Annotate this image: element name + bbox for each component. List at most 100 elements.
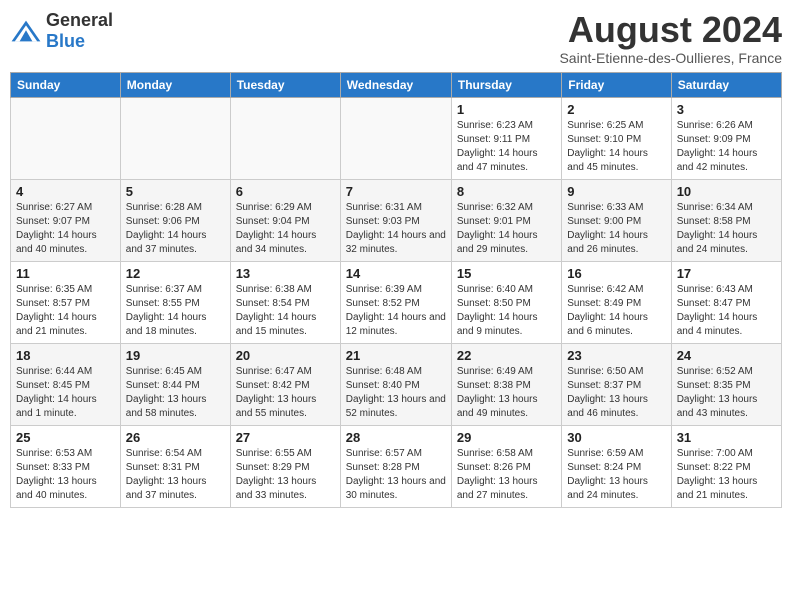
day-info: Sunrise: 6:26 AM Sunset: 9:09 PM Dayligh… (677, 119, 776, 175)
calendar-cell: 29 Sunrise: 6:58 AM Sunset: 8:26 PM Dayli… (451, 425, 561, 507)
day-info: Sunrise: 6:23 AM Sunset: 9:11 PM Dayligh… (457, 119, 556, 175)
header-row: SundayMondayTuesdayWednesdayThursdayFrid… (11, 72, 782, 97)
day-info: Sunrise: 6:58 AM Sunset: 8:26 PM Dayligh… (457, 447, 556, 503)
day-header-thursday: Thursday (451, 72, 561, 97)
day-header-friday: Friday (562, 72, 671, 97)
day-info: Sunrise: 6:47 AM Sunset: 8:42 PM Dayligh… (236, 365, 335, 421)
day-number: 2 (567, 102, 665, 117)
day-number: 1 (457, 102, 556, 117)
day-number: 26 (126, 430, 225, 445)
day-number: 13 (236, 266, 335, 281)
calendar-cell: 8Sunrise: 6:32 AM Sunset: 9:01 PM Daylig… (451, 179, 561, 261)
day-number: 6 (236, 184, 335, 199)
calendar-week-5: 25Sunrise: 6:53 AM Sunset: 8:33 PM Dayli… (11, 425, 782, 507)
calendar-cell: 28 Sunrise: 6:57 AM Sunset: 8:28 PM Dayli… (340, 425, 451, 507)
day-number: 10 (677, 184, 776, 199)
calendar-cell: 9 Sunrise: 6:33 AM Sunset: 9:00 PM Daylig… (562, 179, 671, 261)
day-info: Sunrise: 6:52 AM Sunset: 8:35 PM Dayligh… (677, 365, 776, 421)
calendar-cell: 7 Sunrise: 6:31 AM Sunset: 9:03 PM Daylig… (340, 179, 451, 261)
location-subtitle: Saint-Etienne-des-Oullieres, France (559, 50, 782, 66)
day-info: Sunrise: 6:48 AM Sunset: 8:40 PM Dayligh… (346, 365, 446, 421)
calendar-cell: 1 Sunrise: 6:23 AM Sunset: 9:11 PM Daylig… (451, 97, 561, 179)
day-info: Sunrise: 6:54 AM Sunset: 8:31 PM Dayligh… (126, 447, 225, 503)
day-number: 18 (16, 348, 115, 363)
day-number: 9 (567, 184, 665, 199)
day-number: 20 (236, 348, 335, 363)
calendar-cell: 4 Sunrise: 6:27 AM Sunset: 9:07 PM Daylig… (11, 179, 121, 261)
day-header-saturday: Saturday (671, 72, 781, 97)
day-number: 30 (567, 430, 665, 445)
page-header: General Blue August 2024 Saint-Etienne-d… (10, 10, 782, 66)
calendar-cell (120, 97, 230, 179)
day-info: Sunrise: 6:59 AM Sunset: 8:24 PM Dayligh… (567, 447, 665, 503)
calendar-cell: 26 Sunrise: 6:54 AM Sunset: 8:31 PM Dayli… (120, 425, 230, 507)
calendar-cell: 12Sunrise: 6:37 AM Sunset: 8:55 PM Dayli… (120, 261, 230, 343)
calendar-cell: 10 Sunrise: 6:34 AM Sunset: 8:58 PM Dayli… (671, 179, 781, 261)
calendar-cell: 17Sunrise: 6:43 AM Sunset: 8:47 PM Dayli… (671, 261, 781, 343)
calendar-cell: 13 Sunrise: 6:38 AM Sunset: 8:54 PM Dayli… (230, 261, 340, 343)
day-header-sunday: Sunday (11, 72, 121, 97)
day-number: 24 (677, 348, 776, 363)
calendar-cell: 18 Sunrise: 6:44 AM Sunset: 8:45 PM Dayli… (11, 343, 121, 425)
day-info: Sunrise: 6:44 AM Sunset: 8:45 PM Dayligh… (16, 365, 115, 421)
day-number: 4 (16, 184, 115, 199)
day-info: Sunrise: 6:40 AM Sunset: 8:50 PM Dayligh… (457, 283, 556, 339)
day-info: Sunrise: 6:27 AM Sunset: 9:07 PM Dayligh… (16, 201, 115, 257)
month-title: August 2024 (559, 10, 782, 50)
calendar-cell: 24 Sunrise: 6:52 AM Sunset: 8:35 PM Dayli… (671, 343, 781, 425)
day-info: Sunrise: 6:29 AM Sunset: 9:04 PM Dayligh… (236, 201, 335, 257)
calendar-cell: 11 Sunrise: 6:35 AM Sunset: 8:57 PM Dayli… (11, 261, 121, 343)
day-number: 21 (346, 348, 446, 363)
calendar-cell: 15 Sunrise: 6:40 AM Sunset: 8:50 PM Dayli… (451, 261, 561, 343)
calendar-week-4: 18 Sunrise: 6:44 AM Sunset: 8:45 PM Dayli… (11, 343, 782, 425)
day-number: 15 (457, 266, 556, 281)
day-info: Sunrise: 6:25 AM Sunset: 9:10 PM Dayligh… (567, 119, 665, 175)
calendar-cell (11, 97, 121, 179)
calendar-cell (230, 97, 340, 179)
calendar-cell: 23Sunrise: 6:50 AM Sunset: 8:37 PM Dayli… (562, 343, 671, 425)
calendar-cell: 31Sunrise: 7:00 AM Sunset: 8:22 PM Dayli… (671, 425, 781, 507)
day-number: 11 (16, 266, 115, 281)
day-info: Sunrise: 6:57 AM Sunset: 8:28 PM Dayligh… (346, 447, 446, 503)
calendar-cell: 6 Sunrise: 6:29 AM Sunset: 9:04 PM Daylig… (230, 179, 340, 261)
day-header-monday: Monday (120, 72, 230, 97)
logo-blue: Blue (46, 31, 85, 51)
calendar-cell: 25Sunrise: 6:53 AM Sunset: 8:33 PM Dayli… (11, 425, 121, 507)
calendar-cell: 19Sunrise: 6:45 AM Sunset: 8:44 PM Dayli… (120, 343, 230, 425)
day-number: 3 (677, 102, 776, 117)
day-info: Sunrise: 7:00 AM Sunset: 8:22 PM Dayligh… (677, 447, 776, 503)
day-info: Sunrise: 6:38 AM Sunset: 8:54 PM Dayligh… (236, 283, 335, 339)
calendar-cell: 16 Sunrise: 6:42 AM Sunset: 8:49 PM Dayli… (562, 261, 671, 343)
day-info: Sunrise: 6:28 AM Sunset: 9:06 PM Dayligh… (126, 201, 225, 257)
day-number: 14 (346, 266, 446, 281)
day-info: Sunrise: 6:31 AM Sunset: 9:03 PM Dayligh… (346, 201, 446, 257)
day-number: 19 (126, 348, 225, 363)
day-number: 23 (567, 348, 665, 363)
logo-icon (10, 19, 42, 43)
day-number: 5 (126, 184, 225, 199)
calendar-week-3: 11 Sunrise: 6:35 AM Sunset: 8:57 PM Dayli… (11, 261, 782, 343)
calendar-table: SundayMondayTuesdayWednesdayThursdayFrid… (10, 72, 782, 508)
day-info: Sunrise: 6:37 AM Sunset: 8:55 PM Dayligh… (126, 283, 225, 339)
day-number: 29 (457, 430, 556, 445)
day-number: 17 (677, 266, 776, 281)
day-number: 7 (346, 184, 446, 199)
day-header-tuesday: Tuesday (230, 72, 340, 97)
day-info: Sunrise: 6:49 AM Sunset: 8:38 PM Dayligh… (457, 365, 556, 421)
calendar-cell: 20 Sunrise: 6:47 AM Sunset: 8:42 PM Dayli… (230, 343, 340, 425)
calendar-week-2: 4 Sunrise: 6:27 AM Sunset: 9:07 PM Daylig… (11, 179, 782, 261)
title-block: August 2024 Saint-Etienne-des-Oullieres,… (559, 10, 782, 66)
day-number: 28 (346, 430, 446, 445)
day-info: Sunrise: 6:53 AM Sunset: 8:33 PM Dayligh… (16, 447, 115, 503)
calendar-cell (340, 97, 451, 179)
day-info: Sunrise: 6:39 AM Sunset: 8:52 PM Dayligh… (346, 283, 446, 339)
day-number: 27 (236, 430, 335, 445)
calendar-cell: 2 Sunrise: 6:25 AM Sunset: 9:10 PM Daylig… (562, 97, 671, 179)
day-info: Sunrise: 6:34 AM Sunset: 8:58 PM Dayligh… (677, 201, 776, 257)
day-info: Sunrise: 6:35 AM Sunset: 8:57 PM Dayligh… (16, 283, 115, 339)
day-info: Sunrise: 6:33 AM Sunset: 9:00 PM Dayligh… (567, 201, 665, 257)
day-info: Sunrise: 6:42 AM Sunset: 8:49 PM Dayligh… (567, 283, 665, 339)
calendar-cell: 21 Sunrise: 6:48 AM Sunset: 8:40 PM Dayli… (340, 343, 451, 425)
logo: General Blue (10, 10, 113, 52)
day-number: 16 (567, 266, 665, 281)
